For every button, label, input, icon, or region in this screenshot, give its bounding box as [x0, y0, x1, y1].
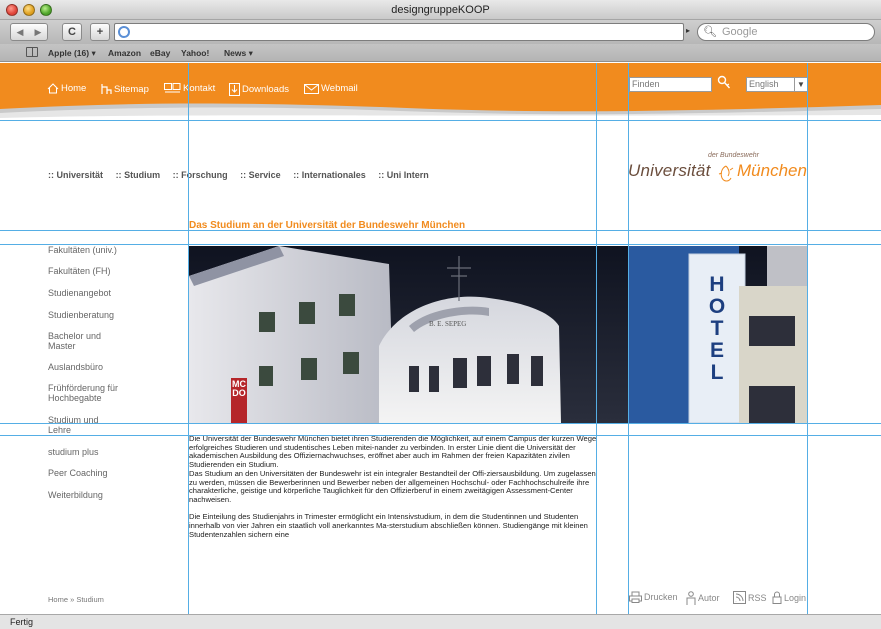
- mainnav-uni-intern[interactable]: :: Uni Intern: [378, 170, 429, 180]
- layout-guide-vertical: [188, 63, 189, 614]
- bookmark-apple[interactable]: Apple (16) ▾: [48, 48, 96, 59]
- window-titlebar: designgruppeKOOP: [0, 0, 881, 20]
- layout-guide-horizontal: [0, 244, 881, 245]
- printer-icon: [629, 591, 642, 603]
- reload-button[interactable]: C: [62, 23, 82, 41]
- nav-downloads[interactable]: Downloads: [229, 83, 289, 96]
- search-icon: 🔍︎: [703, 26, 717, 38]
- status-bar: Fertig: [0, 614, 881, 629]
- mainnav-universitaet[interactable]: :: Universität: [48, 170, 103, 180]
- back-arrow-icon[interactable]: ◀: [11, 24, 29, 40]
- sidebar-item-fakultaeten-fh[interactable]: Fakultäten (FH): [48, 266, 168, 276]
- home-icon: [47, 83, 59, 94]
- bookmark-news[interactable]: News ▾: [224, 48, 253, 59]
- download-icon: [229, 83, 240, 96]
- add-bookmark-button[interactable]: +: [90, 23, 110, 41]
- article-body: Die Universität der Bundeswehr München b…: [189, 434, 597, 548]
- bookmark-amazon[interactable]: Amazon: [108, 48, 141, 58]
- sidebar-item-peer-coaching[interactable]: Peer Coaching: [48, 468, 168, 478]
- window-title: designgruppeKOOP: [391, 4, 490, 16]
- article-paragraph: Die Universität der Bundeswehr München b…: [189, 434, 597, 470]
- layout-guide-vertical: [807, 63, 808, 614]
- author-link[interactable]: Autor: [686, 591, 720, 605]
- sidebar-item-auslandsbuero[interactable]: Auslandsbüro: [48, 362, 168, 372]
- web-search-placeholder: Google: [722, 26, 758, 38]
- nav-webmail[interactable]: Webmail: [304, 83, 358, 94]
- hero-image: HOTEL MCDO B. E. SEPEG: [189, 246, 807, 423]
- emblem-icon: [718, 165, 734, 182]
- sidebar-item-weiterbildung[interactable]: Weiterbildung: [48, 490, 168, 500]
- breadcrumb[interactable]: Home » Studium: [48, 595, 104, 604]
- nav-home-label: Home: [61, 83, 87, 94]
- bookmarks-book-icon[interactable]: [26, 47, 38, 57]
- web-page: Home Sitemap Kontakt Downloads Webmail F…: [0, 63, 881, 614]
- language-selected: English: [749, 79, 779, 89]
- sidebar-item-studium-plus[interactable]: studium plus: [48, 447, 168, 457]
- person-icon: [686, 591, 696, 605]
- layout-guide-horizontal: [0, 120, 881, 121]
- contact-icon: [164, 83, 181, 93]
- main-navigation: :: Universität :: Studium :: Forschung :…: [48, 170, 439, 180]
- hotel-sign: HOTEL: [708, 273, 726, 384]
- mainnav-service[interactable]: :: Service: [240, 170, 281, 180]
- article-paragraph: Das Studium an den Universitäten der Bun…: [189, 468, 596, 504]
- logo-universitaet: Universität: [628, 161, 711, 180]
- site-icon: [118, 26, 130, 38]
- bookmark-yahoo[interactable]: Yahoo!: [181, 48, 209, 58]
- back-forward-buttons[interactable]: ◀ ▶: [10, 23, 48, 41]
- nav-home[interactable]: Home: [47, 83, 86, 94]
- dropdown-arrow-icon[interactable]: ▼: [794, 78, 807, 91]
- facade-inscription: B. E. SEPEG: [429, 320, 467, 328]
- nav-sitemap[interactable]: Sitemap: [99, 83, 149, 95]
- nav-webmail-label: Webmail: [321, 83, 358, 94]
- forward-arrow-icon[interactable]: ▶: [29, 24, 47, 40]
- layout-guide-horizontal: [0, 423, 881, 424]
- print-label: Drucken: [644, 592, 678, 602]
- nav-sitemap-label: Sitemap: [114, 83, 149, 95]
- layout-guide-horizontal: [0, 435, 881, 436]
- rss-icon: [733, 591, 746, 604]
- mainnav-studium[interactable]: :: Studium: [116, 170, 161, 180]
- sidebar-item-fakultaeten-univ[interactable]: Fakultäten (univ.): [48, 245, 168, 255]
- logo-muenchen: München: [737, 161, 807, 180]
- nav-kontakt[interactable]: Kontakt: [164, 83, 215, 94]
- layout-guide-vertical: [628, 63, 629, 614]
- sidebar-item-bachelor-master[interactable]: Bachelor und Master: [48, 331, 118, 351]
- bookmark-ebay[interactable]: eBay: [150, 48, 170, 58]
- layout-guide-vertical: [596, 63, 597, 614]
- sitemap-icon: [101, 84, 112, 94]
- web-search-input[interactable]: 🔍︎ Google: [697, 23, 875, 41]
- address-field[interactable]: [114, 23, 684, 41]
- language-select[interactable]: English ▼: [746, 77, 808, 92]
- shop-sign: MCDO: [232, 379, 246, 398]
- sidebar-item-studienangebot[interactable]: Studienangebot: [48, 288, 168, 298]
- mail-icon: [304, 83, 319, 94]
- browser-toolbar: ◀ ▶ C + ▸ 🔍︎ Google: [0, 20, 881, 44]
- login-link[interactable]: Login: [772, 591, 806, 604]
- university-logo[interactable]: der Bundeswehr Universität München: [628, 150, 814, 190]
- lock-icon: [772, 591, 782, 604]
- article-paragraph: Die Einteilung des Studienjahrs in Trime…: [189, 512, 588, 539]
- rss-label: RSS: [748, 592, 767, 603]
- print-link[interactable]: Drucken: [629, 591, 678, 603]
- mainnav-internationales[interactable]: :: Internationales: [293, 170, 366, 180]
- sidebar-item-studienberatung[interactable]: Studienberatung: [48, 310, 168, 320]
- sidebar-item-fruehfoerderung[interactable]: Frühförderung für Hochbegabte: [48, 383, 148, 403]
- nav-downloads-label: Downloads: [242, 84, 289, 95]
- sidebar-item-studium-lehre[interactable]: Studium und Lehre: [48, 415, 118, 435]
- search-key-icon[interactable]: [717, 75, 731, 91]
- logo-subtitle: der Bundeswehr: [708, 152, 759, 159]
- address-dropdown-icon[interactable]: ▸: [686, 26, 690, 35]
- mainnav-forschung[interactable]: :: Forschung: [173, 170, 228, 180]
- login-label: Login: [784, 592, 807, 603]
- bookmarks-bar: Apple (16) ▾ Amazon eBay Yahoo! News ▾: [0, 44, 881, 62]
- layout-guide-horizontal: [0, 230, 881, 231]
- site-search-input[interactable]: Finden: [629, 77, 712, 92]
- author-label: Autor: [698, 593, 720, 603]
- rss-link[interactable]: RSS: [733, 591, 767, 604]
